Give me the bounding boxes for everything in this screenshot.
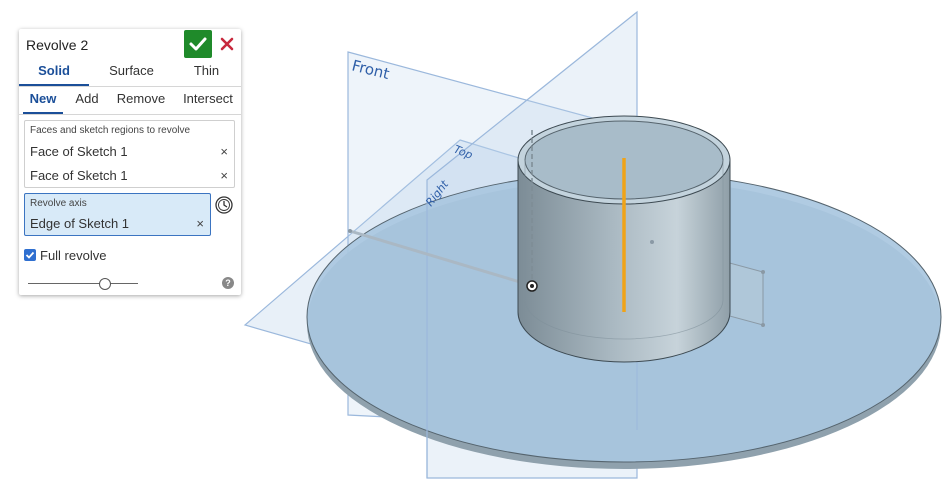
dialog-header: Revolve 2	[19, 29, 241, 59]
checkmark-icon	[189, 37, 207, 51]
remove-axis-button[interactable]: ×	[196, 216, 204, 231]
checkbox-check-icon	[25, 251, 35, 259]
dialog-title: Revolve 2	[26, 37, 89, 53]
remove-region-button[interactable]: ×	[220, 144, 228, 159]
tab-surface[interactable]: Surface	[94, 60, 169, 86]
accept-button[interactable]	[184, 30, 212, 58]
op-add[interactable]: Add	[69, 88, 105, 114]
op-remove[interactable]: Remove	[113, 88, 169, 114]
revolve-axis-field[interactable]: Revolve axis Edge of Sketch 1 ×	[24, 193, 211, 236]
axis-field-label: Revolve axis	[30, 198, 87, 209]
sketch-point[interactable]	[650, 240, 654, 244]
regions-field-label: Faces and sketch regions to revolve	[30, 125, 191, 136]
region-item[interactable]: Face of Sketch 1	[30, 168, 128, 183]
revolve-feature-dialog: Revolve 2 Solid Surface Thin New Add Rem…	[19, 29, 241, 295]
axis-value[interactable]: Edge of Sketch 1	[30, 216, 129, 231]
close-icon	[220, 37, 234, 51]
full-revolve-checkbox[interactable]	[24, 249, 36, 261]
sketch-point[interactable]	[761, 323, 765, 327]
remove-region-button[interactable]: ×	[220, 168, 228, 183]
full-revolve-label[interactable]: Full revolve	[40, 248, 106, 263]
regions-selection-field[interactable]: Faces and sketch regions to revolve Face…	[24, 120, 235, 188]
clock-icon[interactable]	[214, 195, 234, 215]
slider-thumb[interactable]	[99, 278, 111, 290]
origin-point-center	[530, 284, 534, 288]
op-new[interactable]: New	[23, 88, 63, 114]
sketch-point[interactable]	[761, 270, 765, 274]
sketch-point[interactable]	[348, 229, 352, 233]
region-item[interactable]: Face of Sketch 1	[30, 144, 128, 159]
slider-track[interactable]	[28, 283, 138, 284]
tab-solid[interactable]: Solid	[19, 60, 89, 86]
cancel-button[interactable]	[216, 33, 238, 55]
help-icon[interactable]: ?	[222, 277, 234, 289]
operation-tabs: New Add Remove Intersect	[19, 88, 241, 115]
op-intersect[interactable]: Intersect	[177, 88, 239, 114]
tab-thin[interactable]: Thin	[179, 60, 234, 86]
body-type-tabs: Solid Surface Thin	[19, 60, 241, 87]
